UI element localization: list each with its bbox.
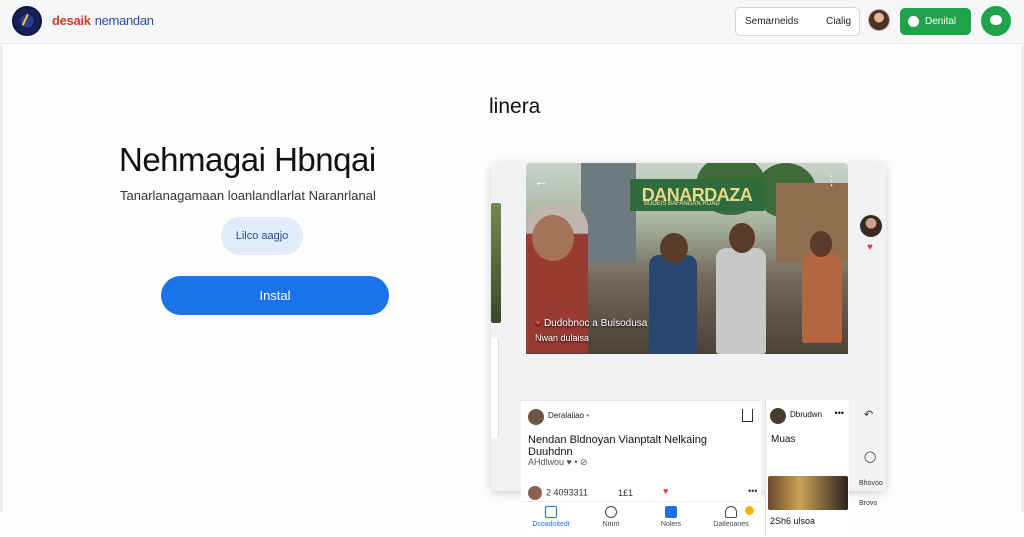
- photo-caption: ♥ Dudobnoc a Bulsodusa: [535, 318, 647, 329]
- nav-item-label: Datleoanes: [713, 521, 749, 528]
- more-icon[interactable]: •••: [835, 408, 844, 418]
- side-post-card[interactable]: Dbrudwn ••• Muas 2Sh6 ulsoa: [765, 400, 849, 536]
- home-icon: [545, 506, 557, 518]
- nav-item-label: Nolers: [660, 521, 682, 528]
- notification-badge: [745, 506, 754, 515]
- square-icon: [665, 506, 677, 518]
- post-author-name: Deralaliao: [548, 411, 585, 420]
- shop-sign-subtext: BUDEIS BAFANGAN ROAD: [644, 201, 720, 207]
- like-icon[interactable]: ♥: [663, 486, 668, 496]
- child-head: [810, 231, 832, 257]
- chat-icon: [908, 16, 919, 27]
- side-author-avatar[interactable]: [770, 408, 786, 424]
- top-bar: desaik nemandan Semarneids Cialig Denital: [0, 0, 1024, 44]
- brand-primary: desaik: [52, 13, 91, 28]
- brand-secondary: nemandan: [94, 13, 154, 28]
- back-arrow-icon[interactable]: ←: [534, 173, 548, 189]
- nav-item-profile[interactable]: Datleoanes: [701, 506, 761, 528]
- more-icon[interactable]: •••: [748, 486, 757, 496]
- search-label: Semarneids: [745, 16, 799, 27]
- circle-icon: [605, 506, 617, 518]
- reply-icon[interactable]: ↶: [864, 408, 873, 421]
- message-icon: [990, 15, 1002, 25]
- side-author-name: Dbrudwn: [790, 410, 823, 419]
- child-figure: [649, 255, 697, 354]
- hero-subtitle: Tanarlanagamaan loanlandlarlat Naranrlan…: [120, 188, 376, 203]
- green-action-button[interactable]: Denital: [900, 8, 971, 35]
- nav-item-third[interactable]: Nolers: [641, 506, 701, 528]
- hero-title: Nehmagai Hbnqai: [119, 141, 376, 178]
- section-label: linera: [489, 95, 541, 118]
- brand-name[interactable]: desaik nemandan: [52, 13, 154, 28]
- more-options-icon[interactable]: ⋮: [825, 173, 838, 189]
- heart-icon[interactable]: ♥: [867, 242, 873, 253]
- feed-photo[interactable]: DANARDAZA BUDEIS BAFANGAN ROAD ← ⋮ ♥ Dudo…: [526, 163, 848, 354]
- nav-item-label: Nmnt: [602, 521, 620, 528]
- child-figure: [802, 253, 842, 343]
- search-extra: Cialig: [826, 16, 852, 27]
- verified-icon: •: [586, 411, 590, 420]
- reactor-avatar: [528, 486, 542, 500]
- install-button[interactable]: Instal: [161, 276, 389, 315]
- side-thumbnail[interactable]: [768, 476, 848, 510]
- previous-card-peek: [491, 203, 501, 323]
- woman-face: [532, 215, 574, 261]
- app-logo[interactable]: [12, 6, 42, 36]
- side-post-title: Muas: [771, 434, 796, 445]
- heart-icon: ♥: [535, 318, 541, 329]
- post-card[interactable]: Deralaliao • Nendan Bldnoyan Vianptalt N…: [521, 400, 761, 536]
- nav-item-second[interactable]: Nmnt: [581, 506, 641, 528]
- bookmark-icon[interactable]: [742, 409, 753, 422]
- side-caption: 2Sh6 ulsoa: [770, 516, 816, 526]
- rail-label: Brovo: [859, 500, 878, 507]
- bottom-nav: Dcoadoitedt Nmnt Nolers Datleoanes: [521, 501, 761, 537]
- person-icon: [725, 506, 737, 518]
- pill-button[interactable]: Lilco aagjo: [221, 217, 303, 255]
- green-button-label: Denital: [925, 16, 957, 27]
- child-figure: [716, 248, 766, 354]
- previous-card-peek-lower: [491, 338, 499, 438]
- post-stat-secondary: 1£1: [618, 488, 634, 498]
- child-head: [660, 233, 688, 263]
- post-title: Nendan Bldnoyan Vianptalt Nelkaing Duuhd…: [528, 434, 707, 458]
- chat-button[interactable]: [981, 6, 1011, 36]
- photo-caption-text: Dudobnoc a Bulsodusa: [543, 318, 648, 329]
- rail-avatar[interactable]: [860, 215, 882, 237]
- post-author[interactable]: Deralaliao •: [548, 411, 589, 420]
- user-avatar[interactable]: [868, 9, 890, 31]
- post-stat-count: 2 4093311: [546, 487, 588, 498]
- photo-caption-secondary: Nwan dulaisa: [535, 333, 590, 343]
- comment-icon[interactable]: ◯: [864, 450, 876, 463]
- main-content: linera Nehmagai Hbnqai Tanarlanagamaan l…: [0, 45, 1024, 536]
- building-shape: [581, 163, 636, 263]
- search-box[interactable]: Semarneids Cialig: [735, 7, 860, 36]
- nav-item-label: Dcoadoitedt: [532, 521, 570, 528]
- nav-item-home[interactable]: Dcoadoitedt: [521, 506, 581, 528]
- secondary-rail: ↶ ◯ Bhovoo Brovo: [853, 400, 886, 536]
- rail-label: Bhovoo: [859, 480, 883, 487]
- post-author-avatar[interactable]: [528, 409, 544, 425]
- post-meta: AHdlwou ♥ • ⊘: [528, 457, 588, 467]
- child-head: [729, 223, 755, 253]
- post-stats: 2 4093311 1£1 ♥ •••: [528, 486, 757, 500]
